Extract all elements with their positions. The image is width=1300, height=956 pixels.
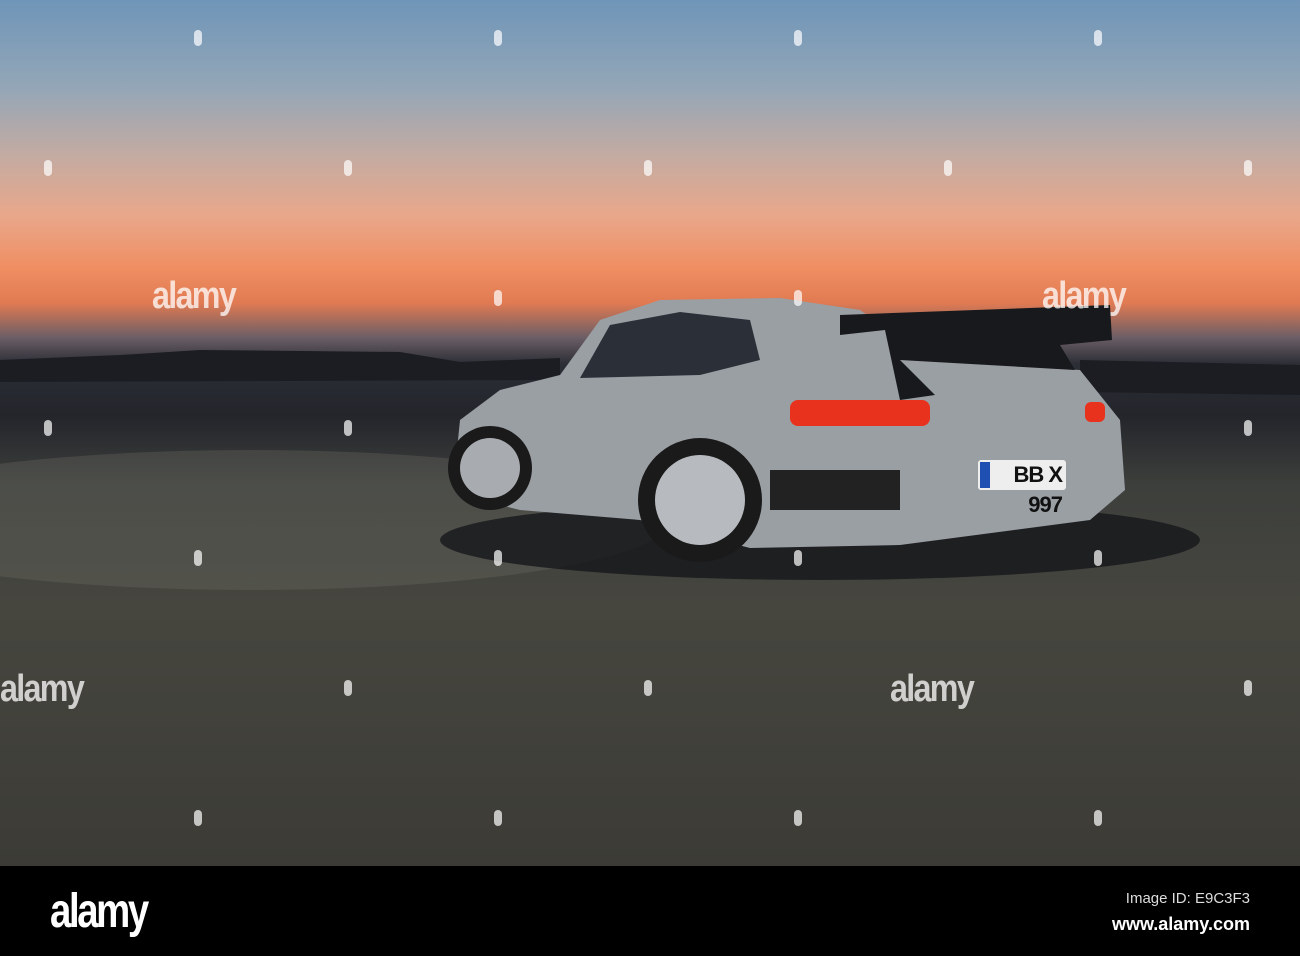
footer-bar: alamy Image ID: E9C3F3 www.alamy.com: [0, 866, 1300, 956]
watermark-dot: [944, 160, 952, 176]
tail-light-left: [790, 400, 930, 426]
watermark-dot: [794, 810, 802, 826]
watermark-dot: [344, 160, 352, 176]
watermark-dot: [494, 810, 502, 826]
alamy-logo: alamy: [50, 885, 149, 938]
watermark-dot: [44, 420, 52, 436]
watermark-dot: [1094, 810, 1102, 826]
watermark-dot: [494, 550, 502, 566]
site-url[interactable]: www.alamy.com: [1112, 914, 1250, 935]
watermark-dot: [494, 290, 502, 306]
watermark-dot: [644, 160, 652, 176]
watermark-dot: [1244, 160, 1252, 176]
watermark-dot: [1094, 30, 1102, 46]
watermark-dot: [644, 680, 652, 696]
rear-vent: [770, 470, 900, 510]
watermark-dot: [1244, 420, 1252, 436]
car-scene: [0, 298, 1300, 590]
watermark-dot: [194, 30, 202, 46]
watermark-dot: [794, 550, 802, 566]
watermark: alamy: [152, 275, 237, 317]
watermark-dot: [194, 810, 202, 826]
watermark-dot: [1244, 680, 1252, 696]
watermark-dot: [344, 420, 352, 436]
license-plate: BB X 997: [978, 460, 1066, 517]
watermark: alamy: [1042, 275, 1127, 317]
watermark-dot: [194, 550, 202, 566]
image-id: Image ID: E9C3F3: [1125, 890, 1250, 907]
tail-light-right: [1085, 402, 1105, 422]
watermark-dot: [794, 290, 802, 306]
watermark: alamy: [890, 668, 975, 710]
watermark-dot: [494, 30, 502, 46]
watermark-dot: [44, 160, 52, 176]
watermark-dot: [794, 30, 802, 46]
watermark-dot: [344, 680, 352, 696]
watermark: alamy: [0, 668, 85, 710]
photo: BB X 997 alamy alamy alamy alamy: [0, 0, 1300, 866]
watermark-dot: [1094, 550, 1102, 566]
